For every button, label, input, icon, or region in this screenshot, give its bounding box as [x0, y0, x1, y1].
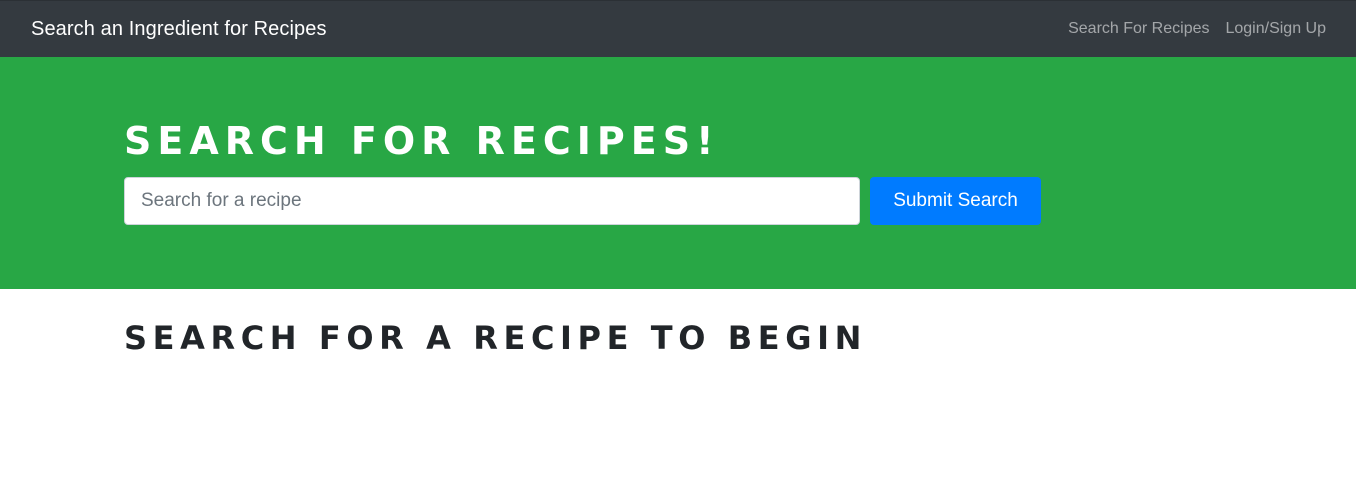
nav-link-search-recipes[interactable]: Search For Recipes [1068, 20, 1209, 38]
hero-search-section: Search For Recipes! Submit Search [0, 57, 1356, 289]
recipe-search-input[interactable] [124, 177, 860, 225]
top-navbar: Search an Ingredient for Recipes Search … [0, 0, 1356, 57]
navbar-brand[interactable]: Search an Ingredient for Recipes [31, 18, 327, 41]
nav-links: Search For Recipes Login/Sign Up [1052, 20, 1326, 38]
submit-search-button[interactable]: Submit Search [870, 177, 1041, 225]
nav-link-login-signup[interactable]: Login/Sign Up [1225, 20, 1326, 38]
hero-title: Search For Recipes! [124, 119, 720, 163]
results-heading: Search for a recipe to begin [124, 319, 867, 357]
